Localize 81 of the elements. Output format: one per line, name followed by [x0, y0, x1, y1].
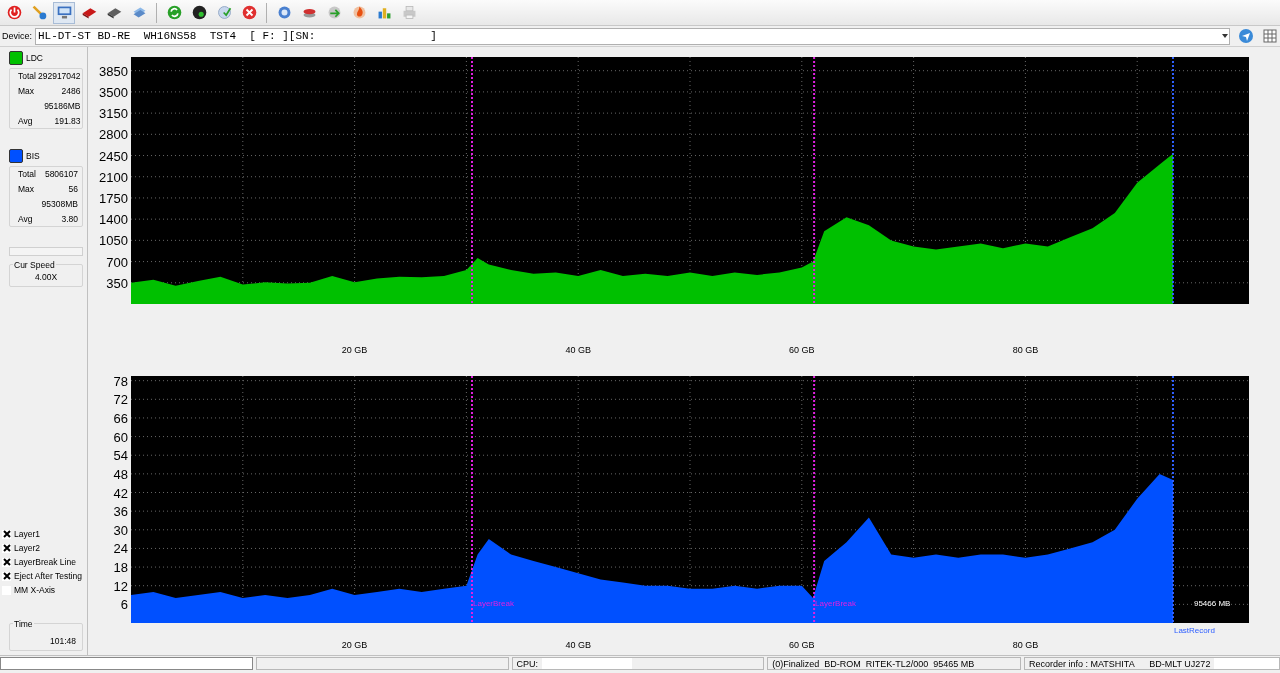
y-tick-label: 3850 [99, 63, 128, 79]
x-tick-label: 60 GB [789, 345, 815, 355]
x-tick-label: 20 GB [341, 640, 368, 650]
checkbox[interactable] [2, 529, 11, 539]
x-tick-label: 80 GB [1012, 345, 1039, 355]
stat-value: 95308MB [40, 199, 78, 209]
grid-icon[interactable] [1262, 28, 1278, 44]
y-tick-label: 72 [113, 392, 128, 408]
x-tick-label: 80 GB [1012, 640, 1039, 650]
stat-label: Avg [17, 214, 34, 224]
time-value: 101:48 [49, 636, 77, 646]
y-tick-label: 2800 [99, 127, 128, 143]
stat-label: Total [17, 71, 36, 81]
power-icon [5, 4, 23, 21]
y-tick-label: 36 [113, 504, 128, 520]
y-tick-label: 48 [113, 466, 128, 482]
monitor-icon [55, 4, 73, 21]
close-icon [240, 4, 258, 21]
reference-line-label: LayerBreak [815, 599, 856, 608]
stat-value: 2486 [60, 86, 81, 96]
checkbox-label: Eject After Testing [14, 571, 82, 581]
y-tick-label: 700 [106, 254, 128, 270]
legend-label: LDC [26, 53, 43, 63]
y-tick-label: 60 [113, 429, 128, 445]
y-tick-label: 2100 [99, 169, 128, 185]
disc-check-icon [215, 4, 233, 21]
legend-swatch [9, 149, 23, 163]
stat-value: 191.83 [53, 116, 81, 126]
y-tick-label: 2450 [99, 148, 128, 164]
status-field[interactable] [0, 657, 253, 670]
stat-value: 56 [67, 184, 78, 194]
stat-label: Total [17, 169, 36, 179]
disc-icon [190, 4, 208, 21]
stat-value: 292917042 [37, 71, 81, 81]
device-label: Device: [2, 31, 32, 41]
x-tick-label: 40 GB [565, 345, 591, 355]
y-tick-label: 18 [113, 560, 128, 576]
caret-icon [1221, 32, 1229, 40]
reference-line-label: LastRecord [1174, 626, 1215, 635]
status-text: (0)Finalized BD-ROM RITEK-TL2/000 95465 MB [772, 658, 975, 669]
stat-label: Max [17, 184, 36, 194]
y-tick-label: 3150 [99, 106, 128, 122]
device-dropdown[interactable]: HL-DT-ST BD-RE WH16NS58 TST4 [ F: ][SN: ] [35, 27, 1230, 45]
y-tick-label: 66 [113, 410, 128, 426]
speed-value: 4.00X [33, 272, 59, 282]
panel-title: Time [13, 619, 34, 629]
y-tick-label: 30 [113, 522, 128, 538]
checkbox[interactable] [2, 543, 11, 553]
y-tick-label: 24 [113, 541, 128, 557]
y-tick-label: 350 [106, 275, 128, 291]
checkbox-label: MM X-Axis [14, 585, 56, 595]
x-tick-label: 20 GB [341, 345, 368, 355]
y-tick-label: 6 [120, 597, 128, 613]
y-tick-label: 78 [113, 373, 128, 389]
y-tick-label: 1050 [99, 233, 128, 249]
y-tick-label: 54 [113, 448, 128, 464]
reference-line-label: LayerBreak [473, 599, 514, 608]
refresh-icon [165, 4, 183, 21]
y-tick-label: 12 [113, 578, 128, 594]
stat-value: 95186MB [43, 101, 81, 111]
checkbox-label: Layer2 [14, 543, 40, 553]
legend-swatch [9, 51, 23, 65]
stat-label: Avg [17, 116, 34, 126]
legend-label: BIS [26, 151, 40, 161]
wand-icon [30, 4, 48, 21]
checkbox[interactable] [2, 571, 11, 581]
checkbox-label: LayerBreak Line [14, 557, 76, 567]
x-tick-label: 60 GB [789, 640, 815, 650]
send-icon[interactable] [1238, 28, 1254, 44]
x-tick-label: 40 GB [565, 640, 591, 650]
stat-label: Max [17, 86, 36, 96]
size-label: 95466 MB [1194, 599, 1231, 608]
y-tick-label: 1750 [99, 190, 128, 206]
panel-title: Cur Speed [13, 260, 56, 270]
y-tick-label: 3500 [99, 84, 128, 100]
y-tick-label: 1400 [99, 212, 128, 228]
checkbox[interactable] [2, 557, 11, 567]
stat-value: 3.80 [60, 214, 78, 224]
stat-value: 5806107 [43, 169, 78, 179]
y-tick-label: 42 [113, 485, 128, 501]
checkbox-label: Layer1 [14, 529, 40, 539]
